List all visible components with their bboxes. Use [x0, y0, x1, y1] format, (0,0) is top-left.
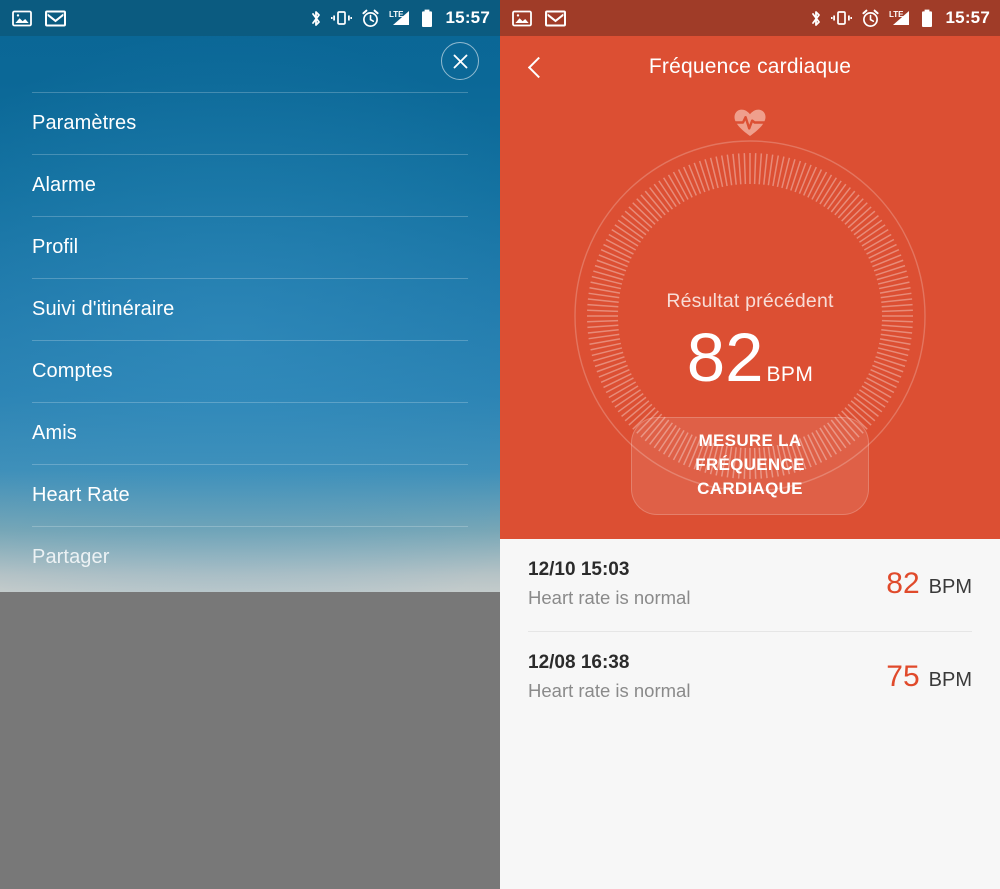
record-bpm-unit: BPM	[928, 669, 972, 691]
gmail-icon	[45, 10, 66, 26]
status-bar-time: 15:57	[945, 8, 990, 27]
record-row[interactable]: 12/08 16:38 Heart rate is normal 75 BPM	[528, 631, 972, 724]
right-phone-screen: LTE 15:57 Fréquence cardiaque Résultat p…	[500, 0, 1000, 889]
gmail-icon	[545, 10, 566, 26]
drawer-item-label: Partager	[32, 546, 110, 568]
drawer-item-1[interactable]: Paramètres	[32, 92, 468, 154]
drawer-item-label: Amis	[32, 422, 77, 444]
record-row[interactable]: 12/10 15:03 Heart rate is normal 82 BPM	[528, 539, 972, 631]
battery-icon	[921, 9, 932, 27]
vibrate-icon	[830, 11, 852, 25]
drawer-menu-list: Paramètres Alarme Profil Suivi d'itinéraire…	[0, 92, 500, 588]
heart-pulse-icon	[733, 109, 767, 136]
dual-screenshot: ....Brûlé 11 cal .12:29~12:52 s'est exer…	[0, 0, 1000, 889]
bluetooth-icon	[811, 10, 820, 26]
close-drawer-button[interactable]	[441, 42, 479, 80]
record-status: Heart rate is normal	[528, 587, 691, 608]
drawer-item-4[interactable]: Suivi d'itinéraire	[32, 278, 468, 340]
image-icon	[512, 10, 532, 26]
close-icon	[453, 54, 467, 68]
alarm-icon	[361, 9, 379, 27]
measure-heart-rate-button[interactable]: MESURE LA FRÉQUENCE CARDIAQUE	[631, 417, 869, 515]
drawer-item-5[interactable]: Comptes	[32, 340, 468, 402]
drawer-item-6[interactable]: Amis	[32, 402, 468, 464]
drawer-item-2[interactable]: Alarme	[32, 154, 468, 216]
drawer-item-label: Profil	[32, 236, 79, 258]
record-bpm-unit: BPM	[928, 576, 972, 598]
record-bpm: 82	[886, 567, 920, 600]
app-bar: Fréquence cardiaque	[500, 36, 1000, 98]
heart-rate-hero: Résultat précédent 82 BPM MESURE LA FRÉQ…	[500, 98, 1000, 539]
record-time: 12/08 16:38	[528, 652, 630, 673]
record-value: 82 BPM	[886, 569, 972, 599]
alarm-icon	[861, 9, 879, 27]
drawer-header	[0, 36, 500, 92]
back-button[interactable]	[514, 36, 558, 98]
record-status: Heart rate is normal	[528, 680, 691, 701]
record-info: 12/08 16:38 Heart rate is normal	[528, 650, 886, 704]
drawer-item-label: Paramètres	[32, 112, 137, 134]
record-value: 75 BPM	[886, 662, 972, 692]
drawer-item-8[interactable]: Partager	[32, 526, 468, 588]
lte-signal-icon: LTE	[389, 10, 409, 25]
bluetooth-icon	[311, 10, 320, 26]
navigation-drawer: Paramètres Alarme Profil Suivi d'itinéraire…	[0, 0, 500, 592]
heart-rate-records: 12/10 15:03 Heart rate is normal 82 BPM 12/0…	[500, 539, 1000, 889]
drawer-item-label: Heart Rate	[32, 484, 130, 506]
page-title: Fréquence cardiaque	[648, 55, 852, 78]
status-bar-right: LTE 15:57	[500, 0, 1000, 36]
lte-signal-icon: LTE	[889, 10, 909, 25]
drawer-item-label: Suivi d'itinéraire	[32, 298, 175, 320]
drawer-item-label: Alarme	[32, 174, 96, 196]
status-bar-left: LTE 15:57	[0, 0, 500, 36]
battery-icon	[421, 9, 432, 27]
left-phone-screen: ....Brûlé 11 cal .12:29~12:52 s'est exer…	[0, 0, 500, 889]
record-time: 12/10 15:03	[528, 559, 630, 580]
vibrate-icon	[330, 11, 352, 25]
record-bpm: 75	[886, 660, 920, 693]
drawer-item-3[interactable]: Profil	[32, 216, 468, 278]
drawer-item-7[interactable]: Heart Rate	[32, 464, 468, 526]
image-icon	[12, 10, 32, 26]
drawer-item-label: Comptes	[32, 360, 113, 382]
record-info: 12/10 15:03 Heart rate is normal	[528, 557, 886, 611]
status-bar-time: 15:57	[445, 8, 490, 27]
